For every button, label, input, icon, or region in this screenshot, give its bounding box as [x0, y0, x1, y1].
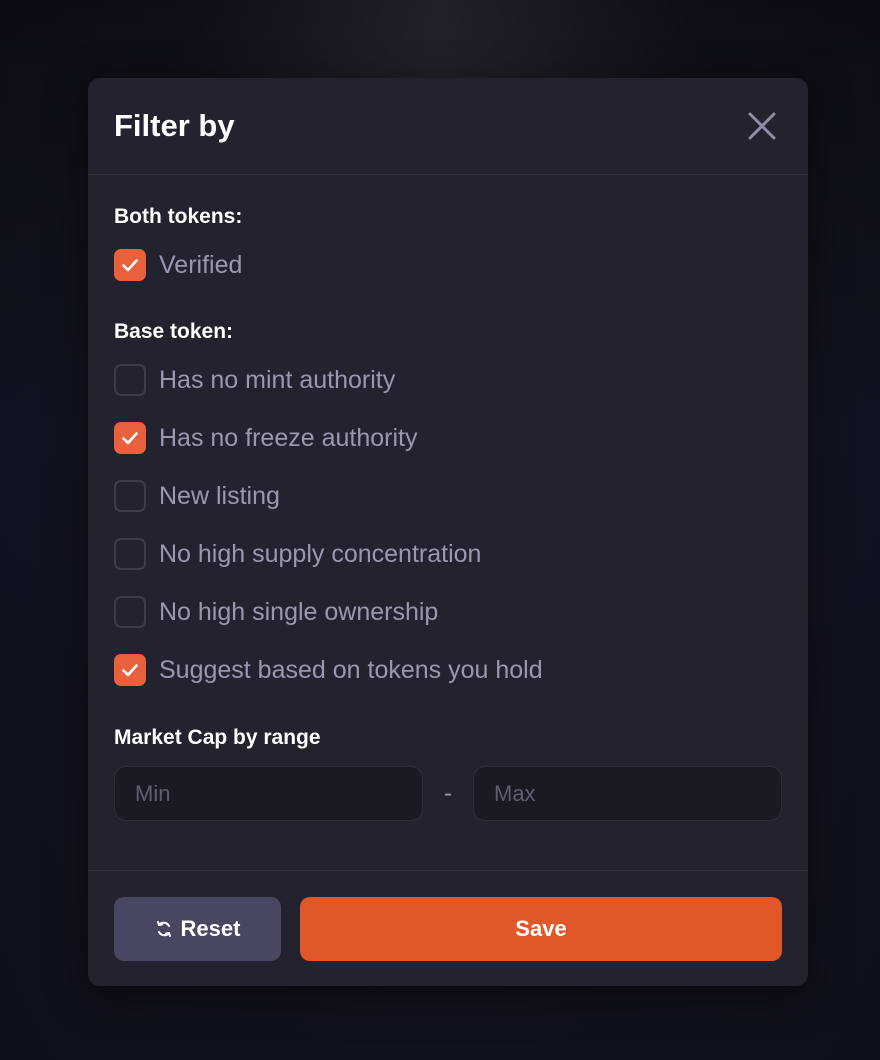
modal-body: Both tokens: Verified Base token: Has no… — [88, 175, 808, 821]
reset-button-label: Reset — [180, 915, 241, 941]
checkbox[interactable] — [114, 480, 146, 512]
checkbox-label: Suggest based on tokens you hold — [159, 655, 543, 684]
close-icon — [748, 112, 776, 140]
reset-button[interactable]: Reset — [114, 896, 281, 961]
section-title-both-tokens: Both tokens: — [114, 205, 243, 228]
checkmark-icon — [122, 664, 138, 677]
market-cap-range: - — [114, 766, 782, 821]
base-token-list: Has no mint authority Has no freeze autho… — [114, 351, 782, 699]
checkbox-row-base-0[interactable]: Has no mint authority — [114, 351, 782, 409]
checkbox[interactable] — [114, 249, 146, 281]
checkbox[interactable] — [114, 364, 146, 396]
checkbox-label: No high supply concentration — [159, 539, 482, 568]
modal-header: Filter by — [88, 78, 808, 175]
checkmark-icon — [122, 259, 138, 272]
checkbox-label: Has no mint authority — [159, 365, 396, 394]
checkbox[interactable] — [114, 538, 146, 570]
both-tokens-list: Verified — [114, 236, 782, 294]
checkbox-row-base-3[interactable]: No high supply concentration — [114, 525, 782, 583]
checkbox[interactable] — [114, 596, 146, 628]
checkbox[interactable] — [114, 422, 146, 454]
checkbox[interactable] — [114, 654, 146, 686]
checkmark-icon — [122, 432, 138, 445]
checkbox-label: No high single ownership — [159, 597, 439, 626]
section-title-base-token: Base token: — [114, 320, 234, 343]
refresh-icon — [156, 920, 171, 937]
section-title-market-cap: Market Cap by range — [114, 726, 321, 749]
checkbox-row-base-1[interactable]: Has no freeze authority — [114, 409, 782, 467]
modal-title: Filter by — [114, 108, 235, 143]
save-button[interactable]: Save — [300, 896, 782, 961]
close-button[interactable] — [742, 106, 782, 146]
checkbox-row-base-4[interactable]: No high single ownership — [114, 583, 782, 641]
checkbox-row-base-2[interactable]: New listing — [114, 467, 782, 525]
checkbox-row-both-0[interactable]: Verified — [114, 236, 782, 294]
checkbox-label: New listing — [159, 481, 280, 510]
market-cap-min-input[interactable] — [114, 766, 423, 821]
range-separator: - — [444, 779, 452, 807]
checkbox-label: Has no freeze authority — [159, 423, 418, 452]
market-cap-max-input[interactable] — [473, 766, 782, 821]
filter-modal: Filter by Both tokens: Verified Base tok… — [88, 78, 808, 986]
checkbox-row-base-5[interactable]: Suggest based on tokens you hold — [114, 641, 782, 699]
checkbox-label: Verified — [159, 250, 243, 279]
modal-footer: Reset Save — [88, 870, 808, 986]
